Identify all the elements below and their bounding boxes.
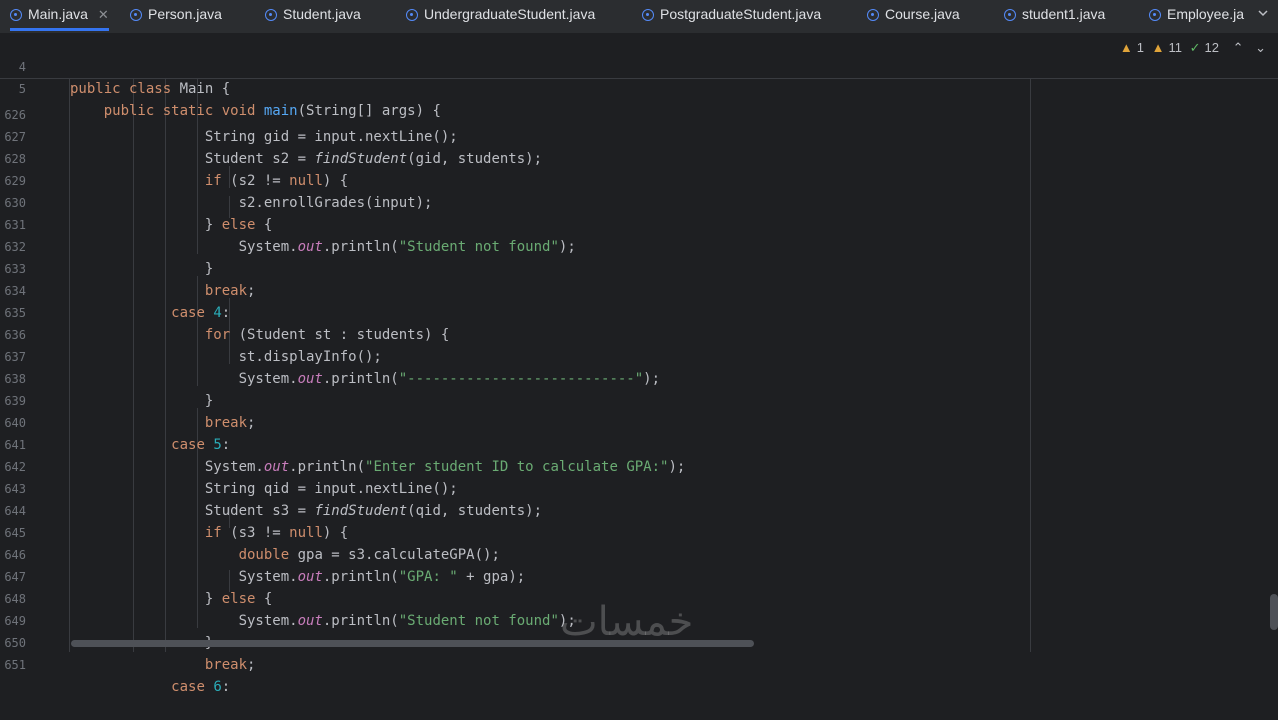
tab-label: PostgraduateStudent.java [660,6,822,22]
code-editor[interactable]: 4 public class Main { 5 public static vo… [0,34,1278,695]
tab-label: Main.java [28,6,88,22]
chevron-down-icon[interactable]: ⌄ [1255,40,1266,55]
code-line: 632 } [0,214,213,277]
tab-person-java[interactable]: Person.java [130,0,222,28]
code-line: 637 System.out.println("----------------… [0,324,660,387]
code-line: 645 double gpa = s3.calculateGPA(); [0,500,500,563]
code-line: 633 break; [0,236,255,299]
chevron-up-icon[interactable]: ⌃ [1233,40,1244,55]
line-code: System.out.println("GPA: " + gpa); [70,569,526,585]
line-code: } [70,393,214,409]
code-line: 648 System.out.println("Student not foun… [0,566,575,629]
tab-label: Course.java [885,6,960,22]
vertical-scrollbar[interactable] [1270,594,1278,630]
line-code: for (Student st : students) { [204,327,450,343]
tab-student-java[interactable]: Student.java [265,0,361,28]
code-line: 644 if (s3 != null) { [0,478,348,541]
line-code: st.displayInfo(); [70,349,382,365]
code-line: 642 String qid = input.nextLine(); [0,434,457,497]
line-code: String qid = input.nextLine(); [70,481,458,497]
line-code: double gpa = s3.calculateGPA(); [238,547,500,563]
inspection-widget[interactable]: ▲ 1 ▲ 11 ✓ 12 ⌃ ⌄ [1116,38,1266,58]
line-code: case 4: [171,305,231,321]
line-code: Student s2 = findStudent(gid, students); [70,151,543,167]
right-margin-guide [1030,78,1031,652]
java-class-icon [130,9,142,21]
line-code: break; [204,657,256,673]
line-number: 5 [18,82,26,96]
code-line: 651 case 6: [0,632,230,695]
code-line: 650 break; [0,610,255,673]
tab-main-java[interactable]: Main.java ✕ [10,0,109,31]
java-class-icon [1004,9,1016,21]
code-line: 629 s2.enrollGrades(input); [0,148,432,211]
code-line: 5 public static void main(String[] args)… [0,56,441,119]
sticky-scroll-header[interactable]: 4 public class Main { 5 public static vo… [0,34,1278,119]
chevron-down-icon[interactable] [1256,6,1270,20]
code-line: 638 } [0,346,213,409]
line-code: System.out.println("Student not found"); [70,239,576,255]
line-code: case 5: [171,437,231,453]
line-code: case 6: [171,679,231,695]
line-number: 651 [4,658,26,672]
line-code: } else { [70,591,273,607]
tab-employee-java[interactable]: Employee.ja [1149,0,1244,28]
tab-course-java[interactable]: Course.java [867,0,960,28]
code-line: 634 case 4: [0,258,230,321]
code-line: 641 System.out.println("Enter student ID… [0,412,685,475]
java-class-icon [642,9,654,21]
editor-tab-bar: Main.java ✕ Person.java Student.java Unde… [0,0,1278,34]
close-icon[interactable]: ✕ [98,7,109,22]
code-line: 630 } else { [0,170,272,233]
tab-label: Employee.ja [1167,6,1245,22]
line-code: System.out.println("Student not found"); [70,613,576,629]
typo-check-icon: ✓ [1189,40,1201,55]
weak-warning-count: 11 [1168,40,1182,55]
tab-label: Person.java [148,6,222,22]
line-code: System.out.println("Enter student ID to … [70,459,686,475]
code-line: 649 } [0,588,213,651]
line-code: Student s3 = findStudent(qid, students); [70,503,543,519]
line-code: break; [204,415,256,431]
typo-count: 12 [1204,40,1219,55]
tab-label: Student.java [283,6,361,22]
java-class-icon [1149,9,1161,21]
code-line: 4 public class Main { [0,34,230,97]
java-class-icon [10,9,22,21]
code-line: 640 case 5: [0,390,230,453]
tab-student1-java[interactable]: student1.java [1004,0,1105,28]
line-code: String gid = input.nextLine(); [70,129,458,145]
warning-count: 1 [1136,40,1144,55]
code-line: 643 Student s3 = findStudent(qid, studen… [0,456,542,519]
line-code: } else { [70,217,273,233]
code-line: 647 } else { [0,544,272,607]
tab-undergraduate-student-java[interactable]: UndergraduateStudent.java [406,0,595,28]
line-code: break; [204,283,256,299]
line-code: System.out.println("--------------------… [70,371,661,387]
weak-warning-icon: ▲ [1151,40,1165,55]
java-class-icon [867,9,879,21]
code-line: 646 System.out.println("GPA: " + gpa); [0,522,525,585]
line-code: if (s2 != null) { [204,173,349,189]
code-line: 639 break; [0,368,255,431]
line-code: public static void main(String[] args) { [103,103,441,119]
tab-label: student1.java [1022,6,1106,22]
watermark-logo: خمسات [560,599,694,645]
java-class-icon [265,9,277,21]
line-code: } [70,261,214,277]
tab-postgraduate-student-java[interactable]: PostgraduateStudent.java [642,0,821,28]
code-line: 631 System.out.println("Student not foun… [0,192,575,255]
tab-label: UndergraduateStudent.java [424,6,596,22]
line-code: s2.enrollGrades(input); [70,195,433,211]
warning-icon: ▲ [1119,40,1133,55]
code-line: 636 st.displayInfo(); [0,302,382,365]
code-line: 635 for (Student st : students) { [0,280,449,343]
line-code: if (s3 != null) { [204,525,349,541]
java-class-icon [406,9,418,21]
line-code: public class Main { [70,81,231,97]
